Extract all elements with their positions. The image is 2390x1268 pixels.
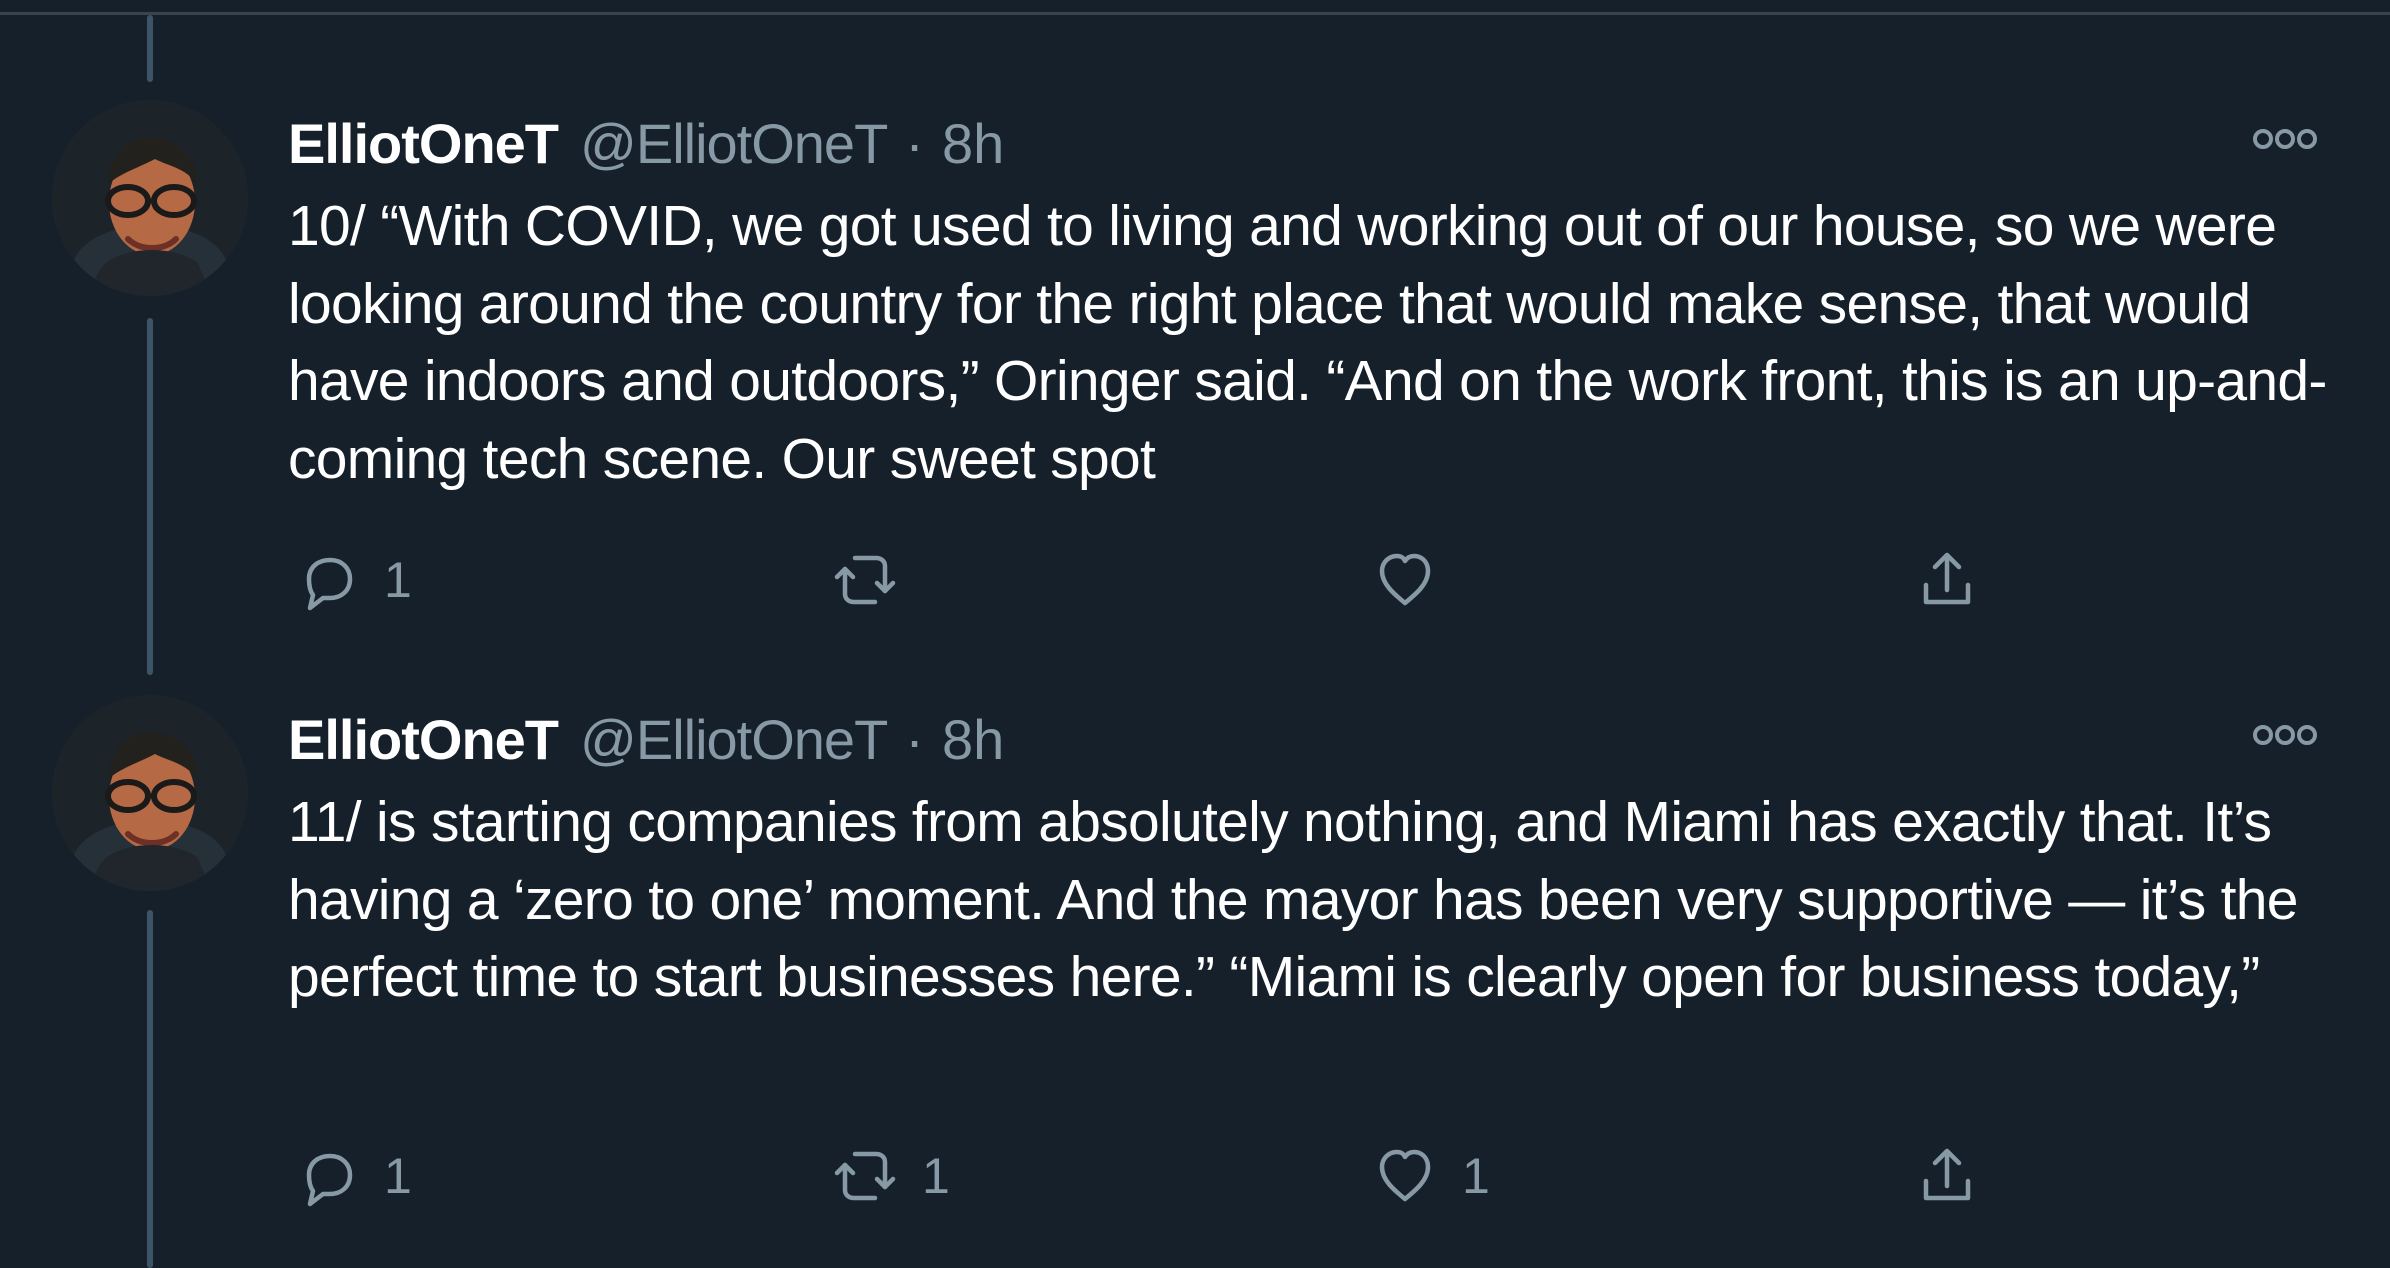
reply-count: 1 <box>384 1148 412 1204</box>
tweet-header: ElliotOneT @ElliotOneT · 8h <box>288 705 1004 775</box>
avatar-photo-icon <box>52 695 248 891</box>
timestamp[interactable]: 8h <box>942 705 1004 775</box>
display-name[interactable]: ElliotOneT <box>288 705 559 775</box>
share-button[interactable] <box>1908 1131 1986 1221</box>
metadata-separator: · <box>905 708 924 771</box>
tweet-thread: ElliotOneT @ElliotOneT · 8h 10/ “With CO… <box>0 0 2390 1268</box>
like-count: 1 <box>1462 1148 1490 1204</box>
reply-button[interactable]: 1 <box>288 1131 412 1221</box>
retweet-icon <box>826 1137 904 1215</box>
heart-icon <box>1366 1137 1444 1215</box>
reply-icon <box>288 1137 366 1215</box>
tweet-text: 11/ is starting companies from absolutel… <box>288 790 2299 1009</box>
user-handle[interactable]: @ElliotOneT <box>580 705 888 775</box>
tweet-11[interactable]: ElliotOneT @ElliotOneT · 8h 11/ is start… <box>0 0 2390 1268</box>
avatar[interactable] <box>52 695 248 891</box>
tweet-actions: 1 1 1 <box>288 1131 2048 1221</box>
more-options-button[interactable] <box>2245 710 2325 760</box>
retweet-button[interactable]: 1 <box>826 1131 950 1221</box>
like-button[interactable]: 1 <box>1366 1131 1490 1221</box>
more-horizontal-icon <box>2253 725 2317 745</box>
retweet-count: 1 <box>922 1148 950 1204</box>
share-icon <box>1908 1137 1986 1215</box>
